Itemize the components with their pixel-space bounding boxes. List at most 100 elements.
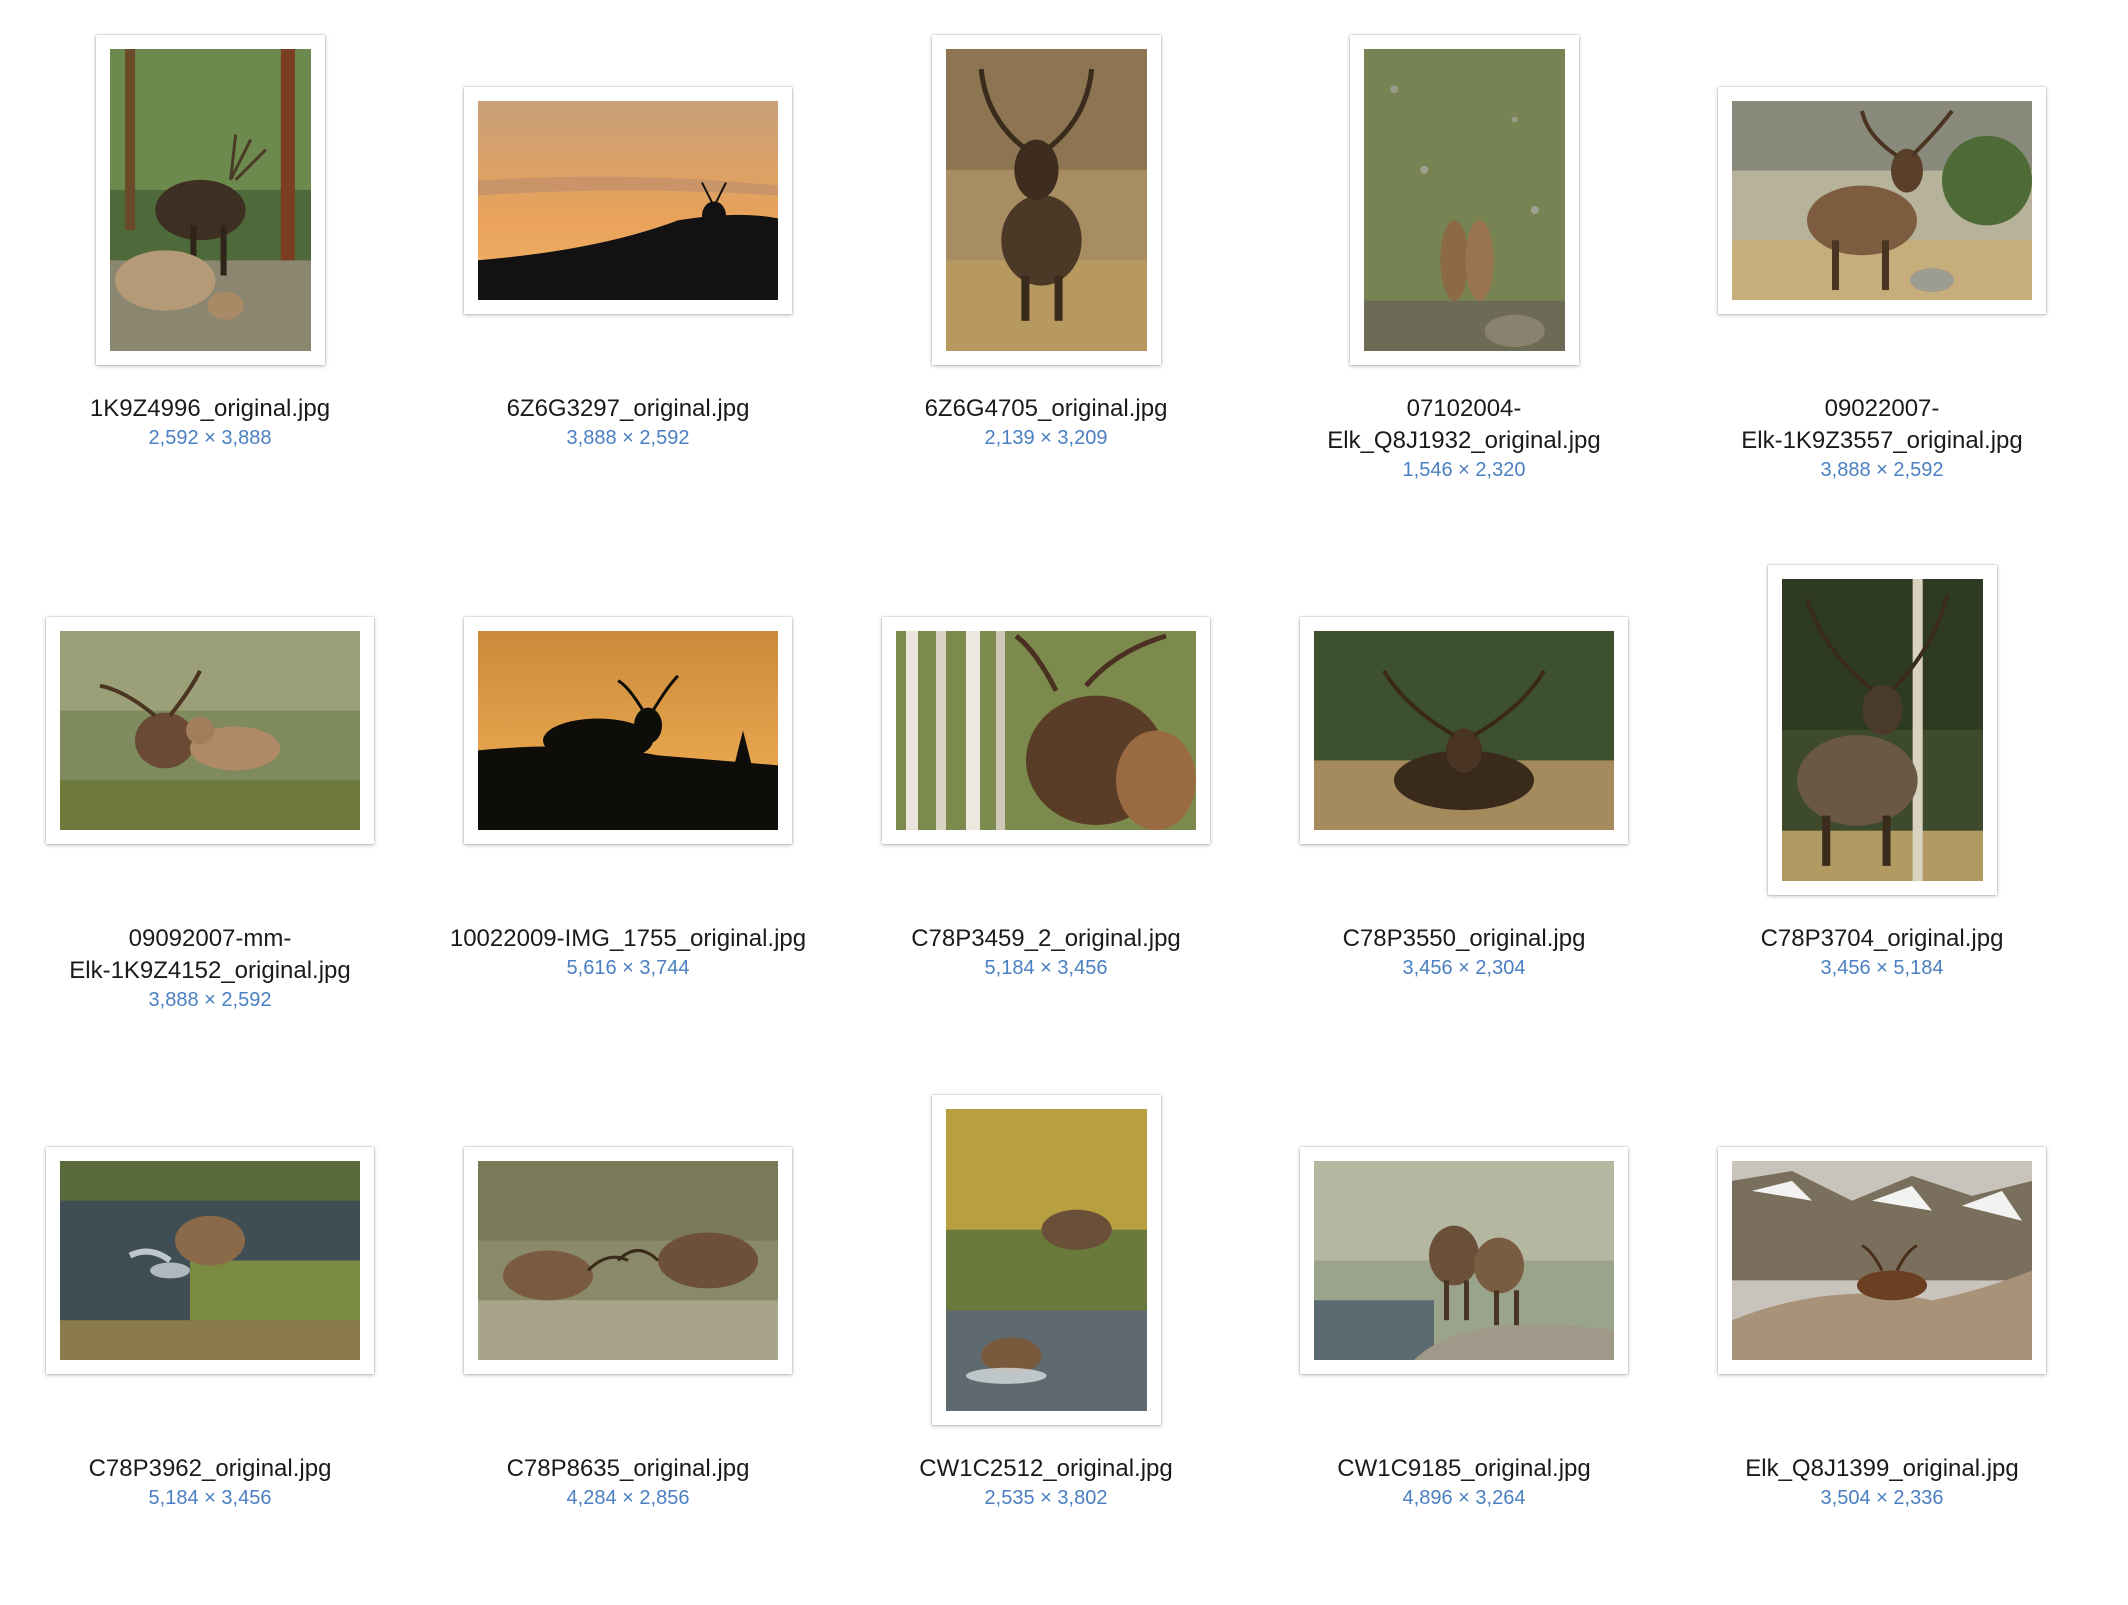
- thumbnail-frame[interactable]: [931, 1095, 1161, 1425]
- thumbnail-image-area: [1672, 1075, 2092, 1445]
- photo-thumbnail: [896, 630, 1196, 830]
- thumbnail-frame[interactable]: [1718, 86, 2046, 314]
- thumbnail-image-area: [836, 1075, 1256, 1445]
- thumbnail-frame[interactable]: [931, 35, 1161, 365]
- thumbnail-caption: C78P8635_original.jpg 4,284 × 2,856: [418, 1453, 838, 1511]
- thumbnail-caption: C78P3550_original.jpg 3,456 × 2,304: [1254, 923, 1674, 981]
- thumbnail-caption: C78P3459_2_original.jpg 5,184 × 3,456: [836, 923, 1256, 981]
- thumbnail-image-area: [0, 1075, 420, 1445]
- photo-thumbnail: [1781, 579, 1983, 881]
- image-dimensions-label: 2,535 × 3,802: [984, 1487, 1108, 1509]
- file-name-label[interactable]: 6Z6G4705_original.jpg: [836, 393, 1256, 425]
- thumbnail-item[interactable]: 1K9Z4996_original.jpg 2,592 × 3,888: [0, 15, 420, 545]
- thumbnail-caption: CW1C2512_original.jpg 2,535 × 3,802: [836, 1453, 1256, 1511]
- thumbnail-image-area: [836, 15, 1256, 385]
- thumbnail-image-area: [0, 15, 420, 385]
- thumbnail-item[interactable]: CW1C9185_original.jpg 4,896 × 3,264: [1254, 1075, 1674, 1605]
- thumbnail-frame[interactable]: [464, 86, 792, 314]
- thumbnail-frame[interactable]: [95, 35, 325, 365]
- thumbnail-image-area: [1254, 545, 1674, 915]
- photo-thumbnail: [1732, 100, 2032, 300]
- file-name-label[interactable]: Elk_Q8J1399_original.jpg: [1672, 1453, 2092, 1485]
- thumbnail-item[interactable]: C78P3962_original.jpg 5,184 × 3,456: [0, 1075, 420, 1605]
- thumbnail-caption: 09092007-mm- Elk-1K9Z4152_original.jpg 3,…: [0, 923, 420, 1013]
- file-name-label[interactable]: 10022009-IMG_1755_original.jpg: [418, 923, 838, 955]
- image-dimensions-label: 3,456 × 5,184: [1820, 957, 1944, 979]
- thumbnail-image-area: [1672, 545, 2092, 915]
- thumbnail-frame[interactable]: [1349, 35, 1579, 365]
- thumbnail-item[interactable]: C78P3459_2_original.jpg 5,184 × 3,456: [836, 545, 1256, 1075]
- photo-thumbnail: [945, 49, 1147, 351]
- thumbnail-frame[interactable]: [1300, 616, 1628, 844]
- photo-thumbnail: [478, 1160, 778, 1360]
- file-name-label[interactable]: CW1C9185_original.jpg: [1254, 1453, 1674, 1485]
- photo-thumbnail: [945, 1109, 1147, 1411]
- file-name-label[interactable]: CW1C2512_original.jpg: [836, 1453, 1256, 1485]
- thumbnail-item[interactable]: 6Z6G3297_original.jpg 3,888 × 2,592: [418, 15, 838, 545]
- thumbnail-item[interactable]: C78P8635_original.jpg 4,284 × 2,856: [418, 1075, 838, 1605]
- photo-thumbnail: [60, 1160, 360, 1360]
- image-dimensions-label: 4,896 × 3,264: [1402, 1487, 1526, 1509]
- thumbnail-caption: C78P3962_original.jpg 5,184 × 3,456: [0, 1453, 420, 1511]
- thumbnail-frame[interactable]: [1300, 1146, 1628, 1374]
- image-dimensions-label: 3,456 × 2,304: [1402, 957, 1526, 979]
- image-dimensions-label: 3,504 × 2,336: [1820, 1487, 1944, 1509]
- thumbnail-caption: 6Z6G4705_original.jpg 2,139 × 3,209: [836, 393, 1256, 451]
- thumbnail-caption: 10022009-IMG_1755_original.jpg 5,616 × 3,…: [418, 923, 838, 981]
- photo-thumbnail: [478, 630, 778, 830]
- image-dimensions-label: 3,888 × 2,592: [566, 427, 690, 449]
- photo-thumbnail: [1732, 1160, 2032, 1360]
- thumbnail-item[interactable]: 10022009-IMG_1755_original.jpg 5,616 × 3,…: [418, 545, 838, 1075]
- thumbnail-item[interactable]: C78P3704_original.jpg 3,456 × 5,184: [1672, 545, 2092, 1075]
- thumbnail-image-area: [0, 545, 420, 915]
- photo-thumbnail: [109, 49, 311, 351]
- file-name-label[interactable]: 09092007-mm- Elk-1K9Z4152_original.jpg: [0, 923, 420, 987]
- file-name-label[interactable]: C78P3704_original.jpg: [1672, 923, 2092, 955]
- thumbnail-item[interactable]: 09022007- Elk-1K9Z3557_original.jpg 3,888…: [1672, 15, 2092, 545]
- thumbnail-caption: 6Z6G3297_original.jpg 3,888 × 2,592: [418, 393, 838, 451]
- thumbnail-item[interactable]: CW1C2512_original.jpg 2,535 × 3,802: [836, 1075, 1256, 1605]
- thumbnail-item[interactable]: 07102004- Elk_Q8J1932_original.jpg 1,546 …: [1254, 15, 1674, 545]
- thumbnail-image-area: [1672, 15, 2092, 385]
- thumbnail-caption: CW1C9185_original.jpg 4,896 × 3,264: [1254, 1453, 1674, 1511]
- thumbnail-frame[interactable]: [1767, 565, 1997, 895]
- photo-thumbnail: [60, 630, 360, 830]
- thumbnail-frame[interactable]: [464, 616, 792, 844]
- thumbnail-grid: 1K9Z4996_original.jpg 2,592 × 3,888 6Z6G3…: [0, 0, 2128, 1520]
- thumbnail-image-area: [1254, 15, 1674, 385]
- thumbnail-item[interactable]: C78P3550_original.jpg 3,456 × 2,304: [1254, 545, 1674, 1075]
- photo-thumbnail: [1314, 1160, 1614, 1360]
- image-dimensions-label: 5,184 × 3,456: [984, 957, 1108, 979]
- thumbnail-caption: 09022007- Elk-1K9Z3557_original.jpg 3,888…: [1672, 393, 2092, 483]
- file-name-label[interactable]: 1K9Z4996_original.jpg: [0, 393, 420, 425]
- file-name-label[interactable]: C78P3550_original.jpg: [1254, 923, 1674, 955]
- thumbnail-frame[interactable]: [46, 1146, 374, 1374]
- image-dimensions-label: 2,592 × 3,888: [148, 427, 272, 449]
- thumbnail-image-area: [836, 545, 1256, 915]
- thumbnail-item[interactable]: 09092007-mm- Elk-1K9Z4152_original.jpg 3,…: [0, 545, 420, 1075]
- thumbnail-image-area: [418, 545, 838, 915]
- file-name-label[interactable]: 09022007- Elk-1K9Z3557_original.jpg: [1672, 393, 2092, 457]
- file-name-label[interactable]: C78P8635_original.jpg: [418, 1453, 838, 1485]
- file-name-label[interactable]: 07102004- Elk_Q8J1932_original.jpg: [1254, 393, 1674, 457]
- image-dimensions-label: 5,184 × 3,456: [148, 1487, 272, 1509]
- file-name-label[interactable]: 6Z6G3297_original.jpg: [418, 393, 838, 425]
- image-dimensions-label: 1,546 × 2,320: [1402, 459, 1526, 481]
- thumbnail-item[interactable]: 6Z6G4705_original.jpg 2,139 × 3,209: [836, 15, 1256, 545]
- thumbnail-frame[interactable]: [464, 1146, 792, 1374]
- thumbnail-frame[interactable]: [1718, 1146, 2046, 1374]
- image-dimensions-label: 2,139 × 3,209: [984, 427, 1108, 449]
- thumbnail-frame[interactable]: [46, 616, 374, 844]
- thumbnail-image-area: [1254, 1075, 1674, 1445]
- thumbnail-caption: 1K9Z4996_original.jpg 2,592 × 3,888: [0, 393, 420, 451]
- file-name-label[interactable]: C78P3459_2_original.jpg: [836, 923, 1256, 955]
- image-dimensions-label: 3,888 × 2,592: [1820, 459, 1944, 481]
- thumbnail-frame[interactable]: [882, 616, 1210, 844]
- thumbnail-image-area: [418, 1075, 838, 1445]
- file-name-label[interactable]: C78P3962_original.jpg: [0, 1453, 420, 1485]
- photo-thumbnail: [1314, 630, 1614, 830]
- thumbnail-image-area: [418, 15, 838, 385]
- image-dimensions-label: 4,284 × 2,856: [566, 1487, 690, 1509]
- image-dimensions-label: 3,888 × 2,592: [148, 989, 272, 1011]
- thumbnail-item[interactable]: Elk_Q8J1399_original.jpg 3,504 × 2,336: [1672, 1075, 2092, 1605]
